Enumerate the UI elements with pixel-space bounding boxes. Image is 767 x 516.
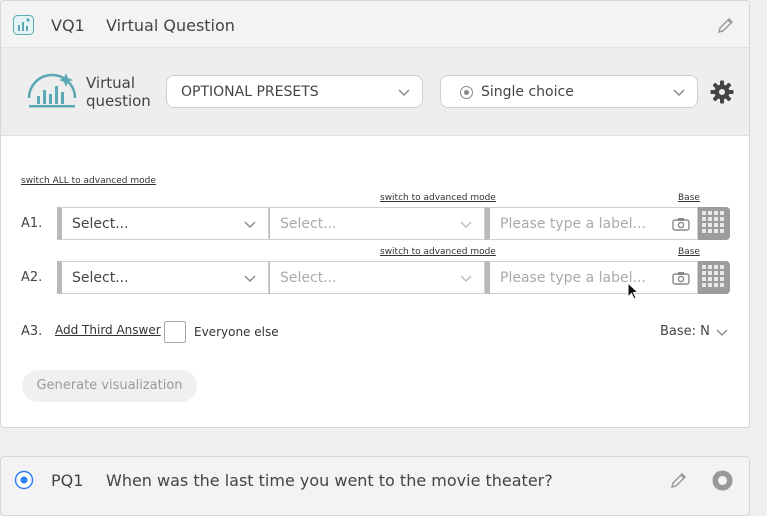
question-id: VQ1 — [51, 16, 85, 35]
chevron-down-icon — [673, 89, 685, 96]
add-third-answer-link[interactable]: Add Third Answer — [55, 323, 161, 337]
answer1-label-input[interactable]: Please type a label... — [485, 207, 698, 240]
answer1-select-1[interactable]: Select... — [57, 207, 269, 240]
camera-icon[interactable] — [672, 271, 690, 285]
select-value: Select... — [72, 270, 129, 286]
grid-icon — [702, 211, 724, 233]
chevron-down-icon — [398, 89, 410, 96]
chart-icon — [13, 15, 34, 35]
radio-question-icon — [14, 470, 34, 490]
virtual-question-label: Virtual question — [86, 74, 151, 110]
everyone-else-label: Everyone else — [194, 325, 279, 339]
next-question-card[interactable]: PQ1 When was the last time you went to t… — [0, 456, 750, 516]
base-link-a2[interactable]: Base — [678, 247, 700, 257]
label-placeholder: Please type a label... — [500, 270, 646, 286]
radio-icon — [460, 86, 473, 99]
chevron-down-icon — [244, 221, 256, 228]
answer-label-a1: A1. — [21, 216, 43, 231]
question-title: Virtual Question — [106, 16, 235, 35]
chevron-down-icon — [460, 275, 472, 282]
chevron-down-icon — [460, 221, 472, 228]
everyone-else-checkbox[interactable] — [164, 321, 186, 343]
chevron-down-icon — [244, 275, 256, 282]
generate-label: Generate visualization — [36, 378, 183, 393]
base-link-a1[interactable]: Base — [678, 193, 700, 203]
gear-icon[interactable] — [710, 80, 734, 104]
question-type-label: Single choice — [481, 84, 574, 100]
chevron-down-icon[interactable] — [716, 326, 728, 338]
pencil-icon[interactable] — [669, 470, 689, 490]
label-placeholder: Please type a label... — [500, 216, 646, 232]
vq-label-text: Virtual question — [86, 74, 151, 110]
next-question-text: When was the last time you went to the m… — [106, 471, 553, 490]
answer2-label-input[interactable]: Please type a label... — [485, 261, 698, 294]
generate-visualization-button[interactable]: Generate visualization — [22, 370, 197, 402]
virtual-question-card: VQ1 Virtual Question Virtual question OP… — [0, 0, 750, 428]
switch-advanced-link-a1[interactable]: switch to advanced mode — [380, 193, 496, 203]
question-type-select[interactable]: Single choice — [440, 75, 698, 108]
answer1-grid-button[interactable] — [698, 207, 730, 240]
answer2-select-1[interactable]: Select... — [57, 261, 269, 294]
virtual-question-logo-icon — [27, 73, 77, 108]
grid-icon — [702, 265, 724, 287]
answer2-select-2[interactable]: Select... — [269, 261, 485, 294]
optional-presets-select[interactable]: OPTIONAL PRESETS — [166, 75, 423, 108]
answer-label-a3: A3. — [21, 324, 43, 339]
presets-label: OPTIONAL PRESETS — [181, 84, 319, 100]
mouse-cursor-icon — [627, 282, 639, 300]
select-value: Select... — [280, 216, 337, 232]
card-header: VQ1 Virtual Question — [1, 1, 749, 48]
answer1-select-2[interactable]: Select... — [269, 207, 485, 240]
answer2-grid-button[interactable] — [698, 261, 730, 294]
switch-advanced-link-a2[interactable]: switch to advanced mode — [380, 247, 496, 257]
select-value: Select... — [280, 270, 337, 286]
settings-circle-icon[interactable] — [711, 469, 734, 492]
pencil-icon[interactable] — [716, 15, 736, 35]
select-value: Select... — [72, 216, 129, 232]
base-select-label[interactable]: Base: N — [660, 324, 710, 339]
answer-label-a2: A2. — [21, 270, 43, 285]
next-question-id: PQ1 — [51, 471, 84, 490]
camera-icon[interactable] — [672, 217, 690, 231]
controls-bar: Virtual question OPTIONAL PRESETS Single… — [1, 48, 749, 136]
switch-all-advanced-link[interactable]: switch ALL to advanced mode — [21, 176, 156, 186]
